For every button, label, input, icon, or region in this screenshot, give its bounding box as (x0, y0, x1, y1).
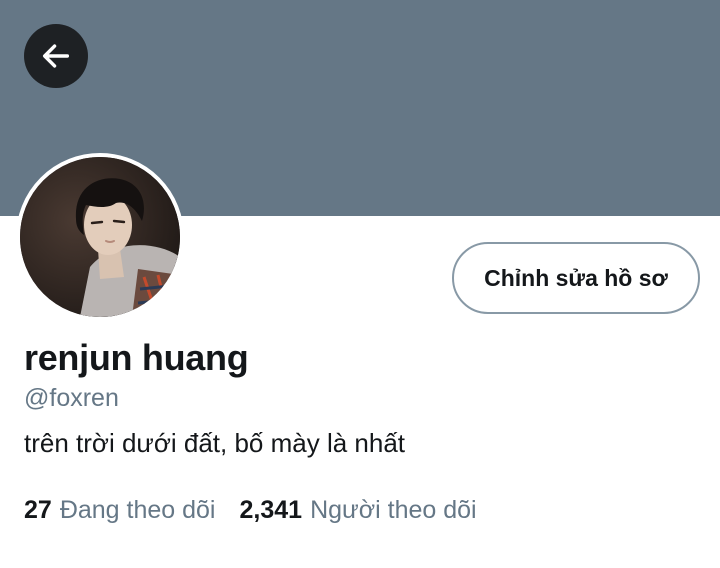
profile-bio: trên trời dưới đất, bố mày là nhất (24, 428, 406, 458)
followers-label: Người theo dõi (310, 496, 477, 524)
following-count: 27 (24, 496, 52, 524)
display-name: renjun huang (24, 337, 249, 378)
avatar[interactable] (16, 153, 184, 321)
back-button[interactable] (24, 24, 88, 88)
edit-profile-button[interactable]: Chỉnh sửa hồ sơ (452, 242, 700, 314)
following-label: Đang theo dõi (59, 496, 216, 524)
followers-count: 2,341 (239, 496, 303, 524)
following-link[interactable]: 27 Đang theo dõi (24, 494, 216, 526)
profile-photo (20, 157, 180, 317)
arrow-left-icon (42, 44, 70, 68)
followers-link[interactable]: 2,341 Người theo dõi (240, 494, 477, 526)
profile-stats: 27 Đang theo dõi 2,341 Người theo dõi (24, 494, 477, 526)
user-handle: @foxren (24, 384, 119, 412)
